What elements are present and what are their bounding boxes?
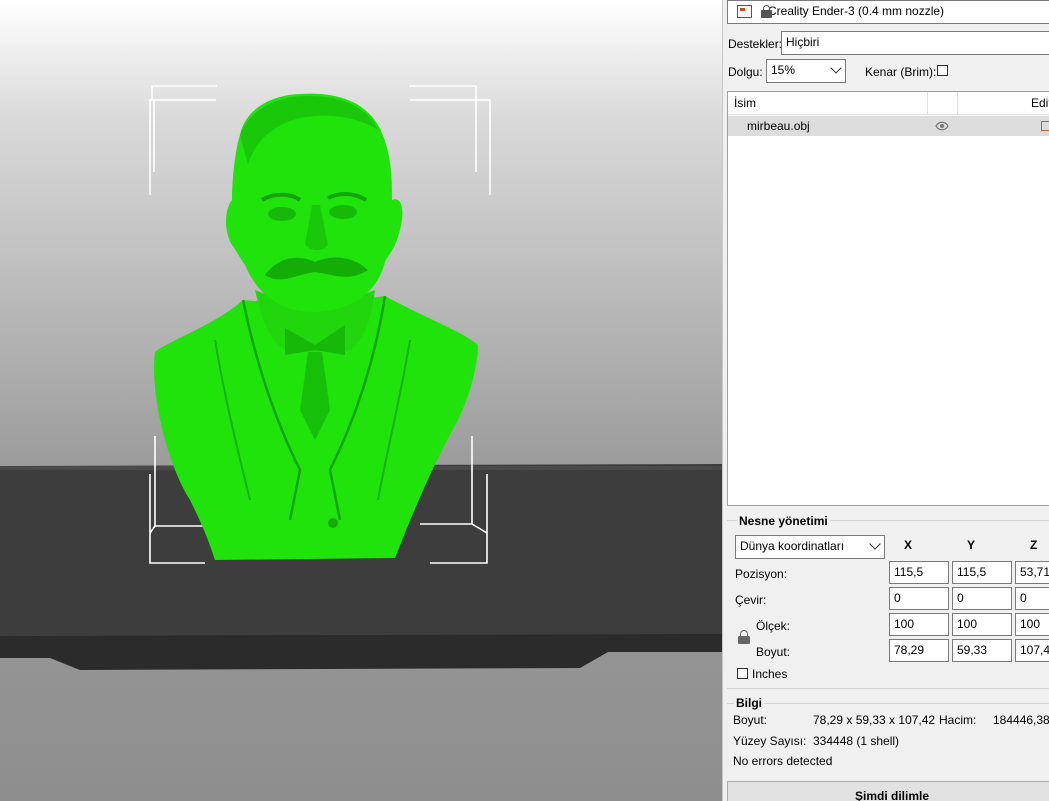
object-manipulation-title: Nesne yönetimi <box>737 514 830 528</box>
chevron-down-icon <box>830 62 842 74</box>
info-facets-label: Yüzey Sayısı: <box>733 734 807 748</box>
printer-icon <box>737 5 752 18</box>
rotation-z-input[interactable]: 0 <box>1015 587 1049 610</box>
size-label: Boyut: <box>756 645 791 659</box>
infill-value: 15% <box>771 63 796 77</box>
supports-select[interactable]: Hiçbiri <box>781 31 1049 55</box>
size-z-input[interactable]: 107,42 <box>1015 639 1049 662</box>
3d-viewport[interactable] <box>0 0 722 801</box>
size-y-input[interactable]: 59,33 <box>952 639 1012 662</box>
brim-label: Kenar (Brim): <box>865 65 937 79</box>
settings-panel: Creality Ender-3 (0.4 mm nozzle) Destekl… <box>722 0 1049 801</box>
slice-now-button[interactable]: Şimdi dilimle <box>727 781 1049 801</box>
edit-icon[interactable] <box>1041 121 1049 131</box>
coordinate-system-value: Dünya koordinatları <box>740 539 845 553</box>
printer-name: Creality Ender-3 (0.4 mm nozzle) <box>768 4 945 18</box>
info-title: Bilgi <box>734 696 764 710</box>
column-name[interactable]: İsim <box>734 96 756 110</box>
infill-select[interactable]: 15% <box>766 59 846 83</box>
brim-checkbox[interactable] <box>937 65 948 76</box>
rotation-y-input[interactable]: 0 <box>952 587 1012 610</box>
scene-canvas <box>0 85 722 670</box>
position-y-input[interactable]: 115,5 <box>952 561 1012 584</box>
info-errors-text: No errors detected <box>733 754 833 768</box>
lock-icon[interactable] <box>761 5 772 18</box>
column-edit[interactable]: Edit <box>1031 96 1049 110</box>
coordinate-system-select[interactable]: Dünya koordinatları <box>735 535 885 559</box>
supports-label: Destekler: <box>728 37 783 51</box>
position-label: Pozisyon: <box>735 567 788 581</box>
axis-z-label: Z <box>1030 538 1038 552</box>
inches-checkbox[interactable] <box>737 668 748 679</box>
size-x-input[interactable]: 78,29 <box>889 639 949 662</box>
info-facets-value: 334448 (1 shell) <box>813 734 900 748</box>
axis-y-label: Y <box>967 538 976 552</box>
chevron-down-icon <box>869 538 881 550</box>
scale-x-input[interactable]: 100 <box>889 613 949 636</box>
info-volume-label: Hacim: <box>939 713 977 727</box>
scale-y-input[interactable]: 100 <box>952 613 1012 636</box>
scale-label: Ölçek: <box>756 619 791 633</box>
info-volume-value: 184446,38 <box>993 713 1049 727</box>
info-size-value: 78,29 x 59,33 x 107,42 <box>813 713 936 727</box>
position-z-input[interactable]: 53,71 <box>1015 561 1049 584</box>
axis-x-label: X <box>904 538 913 552</box>
object-list: İsim Edit mirbeau.obj <box>727 91 1049 506</box>
scale-z-input[interactable]: 100 <box>1015 613 1049 636</box>
scale-lock-icon[interactable] <box>738 630 750 644</box>
rotation-x-input[interactable]: 0 <box>889 587 949 610</box>
rotation-label: Çevir: <box>735 593 767 607</box>
printer-select[interactable]: Creality Ender-3 (0.4 mm nozzle) <box>727 0 1049 24</box>
object-name: mirbeau.obj <box>747 119 810 133</box>
infill-label: Dolgu: <box>728 65 763 79</box>
eye-icon[interactable] <box>935 121 949 131</box>
print-bed-front-edge <box>0 634 722 670</box>
position-x-input[interactable]: 115,5 <box>889 561 949 584</box>
supports-value: Hiçbiri <box>786 35 820 49</box>
inches-label: Inches <box>752 667 788 681</box>
list-header: İsim Edit <box>728 92 1049 115</box>
list-item[interactable]: mirbeau.obj <box>728 116 1049 136</box>
info-size-label: Boyut: <box>733 713 768 727</box>
